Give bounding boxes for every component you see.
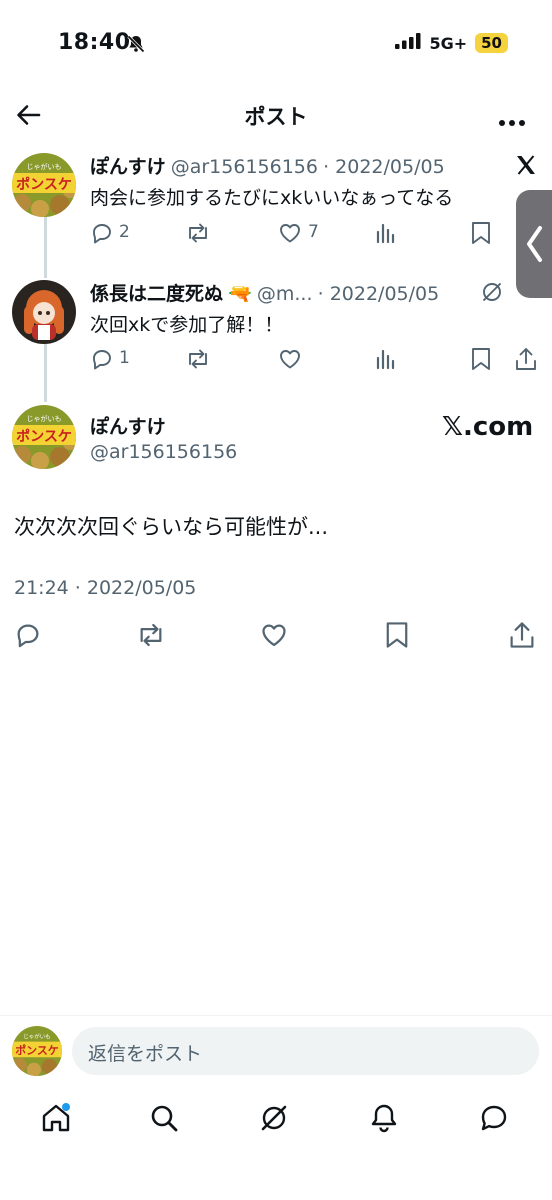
mute-bell-icon [126, 34, 146, 58]
composer-divider [0, 1015, 552, 1016]
post-date: · 2022/05/05 [317, 283, 440, 305]
post-actions: 1 [90, 346, 550, 374]
reply-icon[interactable] [90, 347, 114, 375]
reply-input[interactable]: 返信をポスト [72, 1027, 539, 1075]
reply-count: 2 [119, 222, 130, 242]
reply-icon[interactable] [14, 621, 42, 653]
post-text: 次回xkで参加了解！！ [90, 314, 284, 336]
author-handle[interactable]: @ar156156156 [90, 441, 237, 463]
thread-line [44, 214, 47, 278]
author-name[interactable]: ぽんすけ [90, 156, 166, 178]
repost-icon[interactable] [185, 347, 211, 375]
bottom-nav [0, 1100, 552, 1140]
post-text: 肉会に参加するたびにxkいいなぁってなる [90, 187, 454, 209]
author-handle[interactable]: @m... [257, 283, 313, 305]
home-icon[interactable] [40, 1102, 72, 1138]
thread-line [44, 340, 47, 402]
messages-icon[interactable] [478, 1102, 510, 1138]
signal-icon [395, 33, 421, 53]
x-logo-icon [514, 153, 538, 181]
bookmark-icon[interactable] [470, 220, 492, 250]
avatar[interactable]: じゃがいも ポンスケ [12, 405, 76, 469]
more-options-icon[interactable] [498, 112, 526, 131]
svg-text:ポンスケ: ポンスケ [16, 176, 72, 193]
svg-text:じゃがいも: じゃがいも [27, 162, 62, 171]
views-icon[interactable] [375, 221, 397, 249]
x-com-badge: 𝕏.com [442, 412, 534, 442]
main-post-actions [0, 620, 552, 652]
battery-level: 50 [475, 33, 508, 53]
avatar[interactable]: じゃがいも ポンスケ [12, 153, 76, 217]
author-handle[interactable]: @ar156156156 [171, 156, 318, 178]
post-header: 係長は二度死ぬ 🔫 @m... · 2022/05/05 [90, 279, 439, 306]
network-type: 5G+ [429, 33, 468, 53]
like-count: 7 [308, 222, 319, 242]
side-panel-handle[interactable] [516, 190, 552, 298]
grok-slash-icon[interactable] [480, 280, 504, 308]
svg-text:ポンスケ: ポンスケ [15, 1043, 59, 1057]
post-timestamp: 21:24 · 2022/05/05 [14, 577, 197, 599]
share-icon[interactable] [508, 620, 536, 654]
svg-text:じゃがいも: じゃがいも [27, 414, 62, 423]
views-icon[interactable] [375, 347, 397, 375]
post-actions: 2 7 [90, 220, 550, 248]
search-icon[interactable] [148, 1102, 180, 1138]
like-icon[interactable] [278, 221, 302, 249]
notifications-icon[interactable] [368, 1102, 400, 1138]
like-icon[interactable] [260, 621, 288, 653]
reply-icon[interactable] [90, 221, 114, 249]
grok-icon[interactable] [258, 1102, 290, 1138]
author-name[interactable]: 係長は二度死ぬ [90, 283, 223, 305]
repost-icon[interactable] [135, 621, 167, 653]
repost-icon[interactable] [185, 221, 211, 249]
bookmark-icon[interactable] [384, 620, 410, 654]
main-post-text: 次次次次回ぐらいなら可能性が... [14, 515, 329, 539]
status-right: 5G+ 50 [395, 33, 508, 53]
svg-text:ポンスケ: ポンスケ [16, 428, 72, 445]
status-time: 18:40 [58, 30, 131, 55]
like-icon[interactable] [278, 347, 302, 375]
bookmark-icon[interactable] [470, 346, 492, 376]
share-icon[interactable] [514, 346, 538, 376]
author-name[interactable]: ぽんすけ [90, 412, 166, 439]
composer-avatar: じゃがいも ポンスケ [12, 1026, 62, 1076]
post-header: ぽんすけ @ar156156156 · 2022/05/05 [90, 152, 445, 179]
reply-count: 1 [119, 348, 130, 368]
post-date: · 2022/05/05 [323, 156, 445, 178]
avatar[interactable] [12, 280, 76, 344]
page-title: ポスト [244, 105, 308, 129]
water-gun-emoji: 🔫 [228, 283, 252, 305]
